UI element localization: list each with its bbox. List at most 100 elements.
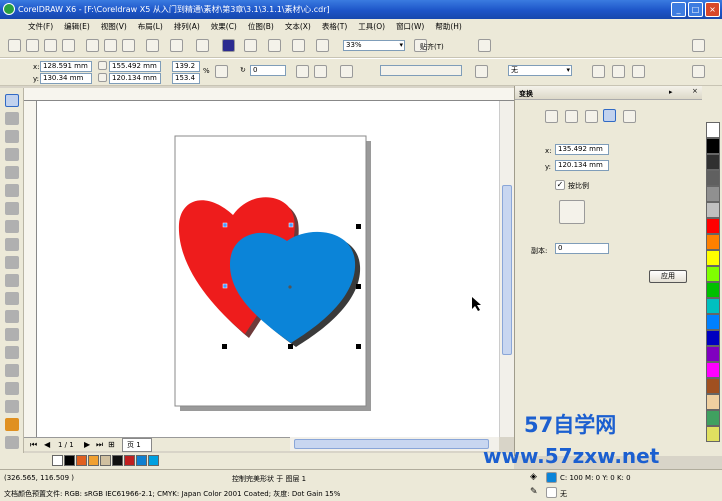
add-page-icon[interactable]: ⊞	[108, 440, 115, 449]
palette-swatch[interactable]	[706, 170, 720, 186]
lock-ratio-icon[interactable]	[215, 65, 228, 78]
palette-swatch[interactable]	[706, 250, 720, 266]
print-icon[interactable]	[62, 39, 75, 52]
zoom-level-select[interactable]: 33% ▾	[343, 40, 405, 51]
snap-to-label[interactable]: 贴齐(T)	[420, 42, 444, 52]
palette-swatch[interactable]	[706, 202, 720, 218]
palette-swatch[interactable]	[64, 455, 75, 466]
outline-style-select[interactable]: 无 ▾	[508, 65, 572, 76]
scale-mirror-icon[interactable]	[585, 110, 598, 123]
palette-swatch[interactable]	[706, 426, 720, 442]
y-position-field[interactable]: 130.34 mm	[40, 73, 92, 84]
palette-swatch[interactable]	[706, 186, 720, 202]
menu-bitmaps[interactable]: 位图(B)	[248, 21, 274, 32]
size-transform-icon[interactable]	[603, 109, 616, 122]
menu-effects[interactable]: 效果(C)	[211, 21, 237, 32]
mirror-vertical-icon[interactable]	[314, 65, 327, 78]
copy-icon[interactable]	[104, 39, 117, 52]
x-position-field[interactable]: 128.591 mm	[40, 61, 92, 72]
scale-height-field[interactable]: 153.4	[172, 73, 200, 84]
paste-icon[interactable]	[122, 39, 135, 52]
selection-handle[interactable]	[288, 344, 293, 349]
blend-tool-icon[interactable]	[5, 346, 19, 359]
outline-color-swatch[interactable]	[546, 487, 557, 498]
anchor-point-selector[interactable]	[559, 200, 585, 224]
node-marker[interactable]	[222, 283, 228, 289]
prev-page-icon[interactable]: ◀	[44, 440, 50, 449]
palette-swatch[interactable]	[100, 455, 111, 466]
menu-layout[interactable]: 布局(L)	[138, 21, 163, 32]
palette-swatch[interactable]	[706, 346, 720, 362]
new-document-icon[interactable]	[8, 39, 21, 52]
palette-swatch[interactable]	[76, 455, 87, 466]
palette-swatch[interactable]	[52, 455, 63, 466]
palette-swatch[interactable]	[148, 455, 159, 466]
mirror-horizontal-icon[interactable]	[296, 65, 309, 78]
page-tab-1[interactable]: 页 1	[122, 438, 152, 452]
width-field[interactable]: 155.492 mm	[109, 61, 161, 72]
cut-icon[interactable]	[86, 39, 99, 52]
text-tool-icon[interactable]	[5, 274, 19, 287]
minimize-button[interactable]: _	[671, 2, 686, 17]
height-field[interactable]: 120.134 mm	[109, 73, 161, 84]
rotate-transform-icon[interactable]	[565, 110, 578, 123]
wrap-text-icon[interactable]	[592, 65, 605, 78]
menu-tools[interactable]: 工具(O)	[358, 21, 385, 32]
palette-swatch[interactable]	[706, 394, 720, 410]
docker-close-icon[interactable]: ×	[692, 87, 698, 95]
horizontal-scrollbar[interactable]	[290, 437, 499, 451]
table-tool-icon[interactable]	[5, 292, 19, 305]
export-icon[interactable]	[244, 39, 257, 52]
welcome-screen-icon[interactable]	[316, 39, 329, 52]
close-button[interactable]: ×	[705, 2, 720, 17]
rotation-angle-field[interactable]: 0	[250, 65, 286, 76]
selection-handle[interactable]	[356, 284, 361, 289]
palette-swatch[interactable]	[706, 234, 720, 250]
outline-pen-tool-icon[interactable]	[5, 400, 19, 413]
menu-file[interactable]: 文件(F)	[28, 21, 53, 32]
options-gear-icon[interactable]	[478, 39, 491, 52]
fill-tool-icon[interactable]	[5, 418, 19, 431]
search-content-icon[interactable]	[196, 39, 209, 52]
menu-window[interactable]: 窗口(W)	[396, 21, 424, 32]
first-page-icon[interactable]: ⏮	[30, 440, 37, 450]
interactive-fill-tool-icon[interactable]	[5, 436, 19, 449]
eyedropper-tool-icon[interactable]	[5, 382, 19, 395]
toolbar-options-icon[interactable]	[692, 39, 705, 52]
shape-style-select[interactable]	[380, 65, 462, 76]
palette-swatch[interactable]	[706, 378, 720, 394]
docker-menu-icon[interactable]: ▸	[669, 88, 673, 96]
menu-table[interactable]: 表格(T)	[322, 21, 347, 32]
polygon-tool-icon[interactable]	[5, 238, 19, 251]
last-page-icon[interactable]: ⏭	[96, 440, 103, 450]
property-bar-options-icon[interactable]	[692, 65, 705, 78]
palette-swatch[interactable]	[706, 122, 720, 138]
menu-view[interactable]: 视图(V)	[101, 21, 127, 32]
to-front-icon[interactable]	[612, 65, 625, 78]
menu-text[interactable]: 文本(X)	[285, 21, 311, 32]
vertical-ruler[interactable]	[24, 101, 37, 437]
shape-tool-icon[interactable]	[5, 112, 19, 125]
palette-swatch[interactable]	[706, 410, 720, 426]
dimension-tool-icon[interactable]	[5, 310, 19, 323]
vertical-scrollbar[interactable]	[499, 101, 514, 437]
docker-x-field[interactable]: 135.492 mm	[555, 144, 609, 155]
selection-handle[interactable]	[222, 344, 227, 349]
undo-icon[interactable]	[146, 39, 159, 52]
palette-swatch[interactable]	[88, 455, 99, 466]
rotation-center-marker[interactable]	[288, 285, 292, 289]
selection-handle[interactable]	[356, 224, 361, 229]
ellipse-tool-icon[interactable]	[5, 220, 19, 233]
palette-swatch[interactable]	[706, 138, 720, 154]
drawing-canvas[interactable]	[37, 101, 499, 437]
palette-swatch[interactable]	[706, 154, 720, 170]
palette-swatch[interactable]	[136, 455, 147, 466]
palette-swatch[interactable]	[706, 298, 720, 314]
save-icon[interactable]	[44, 39, 57, 52]
proportional-checkbox[interactable]: ✓	[555, 180, 565, 190]
palette-swatch[interactable]	[706, 314, 720, 330]
fill-color-swatch[interactable]	[546, 472, 557, 483]
node-marker[interactable]	[288, 222, 294, 228]
palette-swatch[interactable]	[706, 282, 720, 298]
palette-swatch[interactable]	[706, 266, 720, 282]
